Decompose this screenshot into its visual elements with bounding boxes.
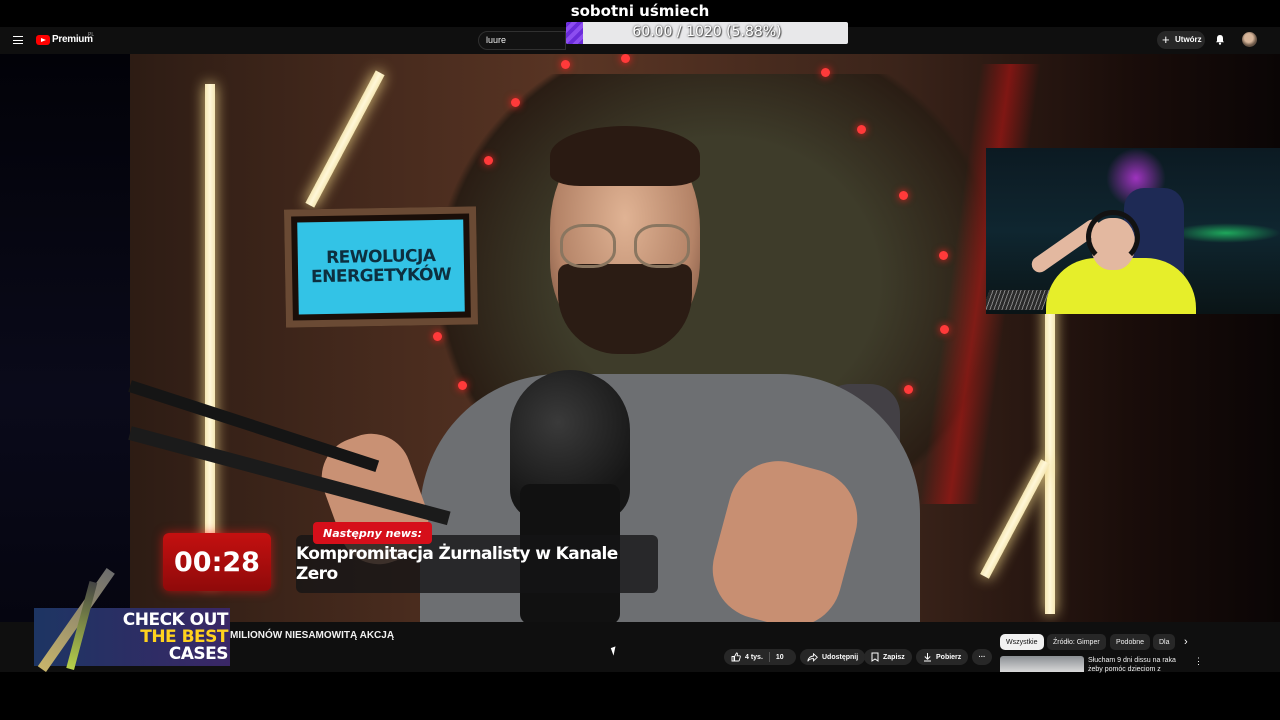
glasses-icon — [634, 224, 690, 268]
recommendation-thumbnail[interactable] — [1000, 656, 1084, 672]
share-icon — [807, 652, 818, 662]
presenter-hair — [550, 126, 700, 186]
logo-text[interactable]: Premium — [52, 34, 93, 45]
ad-line-3: CASES — [168, 644, 229, 664]
presenter-beard — [558, 264, 692, 354]
next-news-title: Kompromitacja Żurnalisty w Kanale Zero — [296, 544, 618, 584]
video-title: MILIONÓW NIESAMOWITĄ AKCJĄ — [230, 630, 395, 641]
headset-icon — [1086, 210, 1140, 264]
more-icon: ··· — [978, 653, 986, 661]
stream-goal-title: sobotni uśmiech — [570, 2, 710, 20]
next-news-label: Następny news: — [323, 526, 422, 540]
share-button[interactable]: Udostępnij — [800, 649, 866, 665]
like-dislike-group[interactable]: 4 tys. 10 — [724, 649, 796, 665]
download-icon — [924, 653, 931, 662]
kebab-menu-icon[interactable]: ⋮ — [1194, 656, 1203, 667]
chip-source[interactable]: Źródło: Gimper — [1047, 634, 1106, 650]
light-strip — [205, 84, 215, 584]
plus-icon: + — [1162, 32, 1170, 47]
webcam-keyboard — [986, 290, 1050, 310]
cases-ad[interactable]: CHECK OUT THE BEST CASES — [34, 562, 232, 674]
video-letterbox — [0, 54, 130, 622]
chevron-right-icon[interactable]: › — [1184, 636, 1188, 648]
glasses-icon — [560, 224, 616, 268]
share-label: Udostępnij — [822, 653, 859, 661]
create-button[interactable]: + Utwórz — [1157, 31, 1205, 49]
youtube-logo-icon[interactable] — [36, 35, 50, 45]
logo-region: PL — [88, 32, 95, 38]
download-button[interactable]: Pobierz — [916, 649, 969, 665]
red-light-dot — [561, 60, 570, 69]
stream-goal-progress-text: 60.00 / 1020 (5.88%) — [632, 24, 782, 40]
save-button[interactable]: Zapisz — [864, 649, 912, 665]
chip-similar[interactable]: Podobne — [1110, 634, 1151, 650]
light-strip — [305, 70, 385, 208]
bookmark-icon — [871, 652, 879, 662]
red-light-dot — [821, 68, 830, 77]
red-light-dot — [939, 251, 948, 260]
next-news-tag: Następny news: — [313, 522, 432, 544]
search-value: luure — [486, 35, 507, 45]
more-actions-button[interactable]: ··· — [972, 649, 992, 665]
red-light-dot — [940, 325, 949, 334]
chip-all[interactable]: Wszystkie — [1000, 634, 1044, 650]
save-label: Zapisz — [883, 653, 905, 661]
thumbs-up-icon[interactable] — [731, 652, 741, 662]
create-label: Utwórz — [1175, 35, 1202, 44]
streamer-webcam — [986, 148, 1280, 314]
red-light-dot — [511, 98, 520, 107]
divider — [768, 652, 770, 662]
recommendation-title[interactable]: Słucham 9 dni dissu na raka żeby pomóc d… — [1088, 656, 1184, 674]
webcam-green-light — [1171, 223, 1280, 243]
like-count: 4 tys. — [745, 653, 763, 661]
menu-icon[interactable] — [13, 36, 23, 44]
download-label: Pobierz — [936, 653, 962, 661]
chip-for-you[interactable]: Dla — [1153, 634, 1175, 650]
red-light-dot — [621, 54, 630, 63]
stream-goal-progress-bar: 60.00 / 1020 (5.88%) — [566, 22, 848, 44]
search-input[interactable]: luure — [478, 31, 566, 50]
dislike-count[interactable]: 10 — [776, 654, 784, 661]
avatar[interactable] — [1242, 32, 1257, 47]
bell-icon[interactable] — [1215, 34, 1225, 45]
